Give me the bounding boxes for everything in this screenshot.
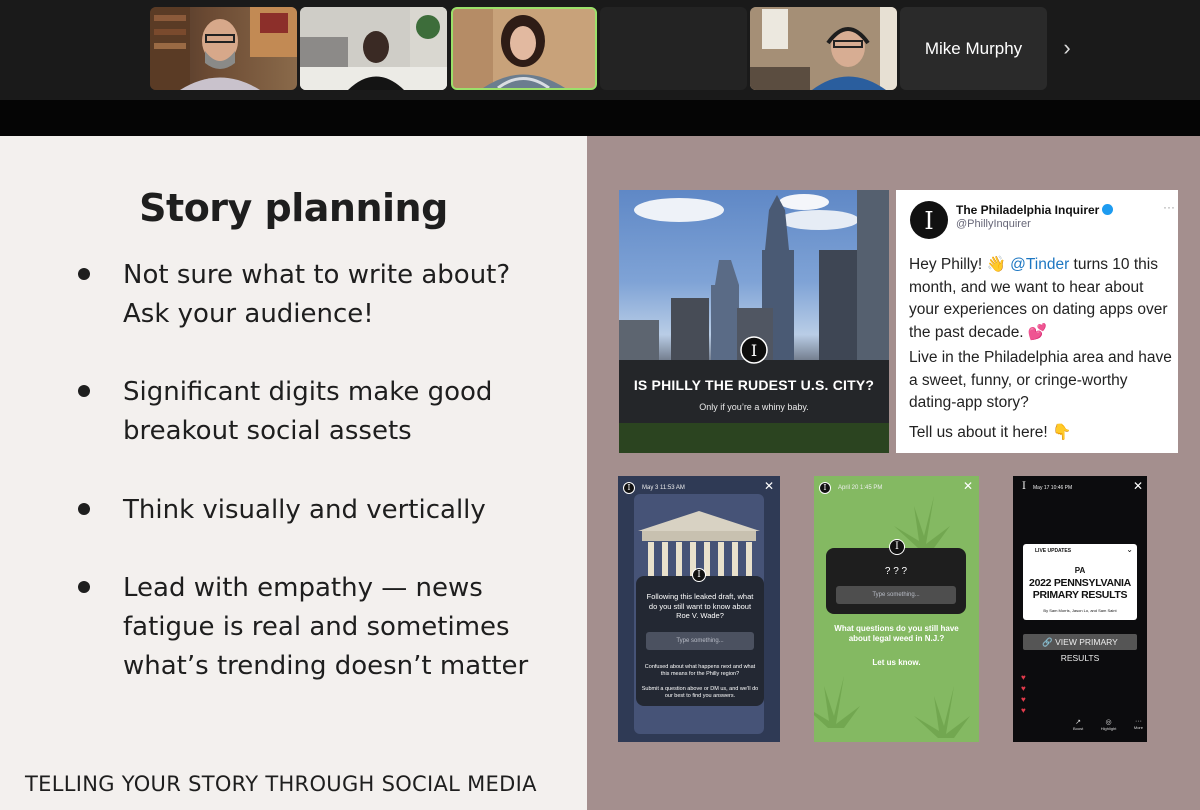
- tweet-paragraph: Live in the Philadelphia area and have a…: [909, 349, 1172, 411]
- bullet-item: Lead with empathy — news fatigue is real…: [78, 569, 528, 686]
- more-button[interactable]: ··· More: [1134, 718, 1143, 731]
- cta-text: Let us know.: [872, 658, 921, 667]
- instagram-story-roe: I May 3 11:53 AM ✕ Following this leaked…: [618, 476, 780, 742]
- slide-footer: TELLING YOUR STORY THROUGH SOCIAL MEDIA: [25, 772, 537, 796]
- participant-name: Mike Murphy: [924, 38, 1023, 58]
- bullet-dot-icon: [78, 385, 90, 397]
- slide-image-panel: I IS PHILLY THE RUDEST U.S. CITY? Only i…: [587, 136, 1200, 810]
- story-date: April 20 1:45 PM: [838, 485, 883, 491]
- bullet-line: Significant digits make good: [123, 377, 493, 407]
- tweet-author-name: The Philadelphia Inquirer: [956, 203, 1100, 217]
- participant-tile[interactable]: [300, 7, 447, 90]
- action-label: Boost: [1073, 726, 1084, 731]
- screen-share-bar: [0, 100, 1200, 136]
- tweet-paragraph: Hey Philly! 👋 @Tinder turns 10 this mont…: [909, 254, 1175, 344]
- state-label: PA: [1074, 566, 1086, 575]
- results-title: 2022 PENNSYLVANIA PRIMARY RESULTS: [1029, 577, 1131, 601]
- close-icon[interactable]: ✕: [764, 479, 774, 493]
- note-text: Submit a question above or DM us, and we…: [641, 686, 759, 699]
- participant-video: [453, 9, 595, 88]
- question-text: Following this leaked draft, what do you…: [646, 592, 754, 620]
- slide-text-panel: Story planning Not sure what to write ab…: [0, 136, 587, 810]
- inquirer-logo-icon: I: [889, 539, 905, 555]
- tweet-card: I The Philadelphia Inquirer @PhillyInqui…: [896, 190, 1178, 453]
- more-icon: ···: [1134, 718, 1142, 725]
- tweet-handle: @PhillyInquirer: [956, 218, 1031, 230]
- boost-icon: ↗: [1075, 719, 1082, 726]
- story-date: May 3 11:53 AM: [642, 485, 685, 491]
- action-label: Highlight: [1100, 726, 1117, 731]
- skyline-illustration: I: [619, 190, 889, 453]
- participant-tile-active-speaker[interactable]: [451, 7, 597, 90]
- inquirer-logo-icon: I: [623, 482, 635, 494]
- svg-text:I: I: [751, 341, 757, 360]
- bullet-line: Not sure what to write about?: [123, 260, 511, 290]
- bullet-item: Significant digits make good breakout so…: [78, 373, 492, 451]
- instagram-story-primary: I May 17 10:46 PM ✕ LIVE UPDATES ⌄ PA 20…: [1013, 476, 1147, 742]
- participant-tile[interactable]: Mike Murphy: [900, 7, 1047, 90]
- bullet-dot-icon: [78, 503, 90, 515]
- live-badge: LIVE UPDATES: [1035, 548, 1072, 554]
- slide-title: Story planning: [139, 186, 448, 230]
- hearts-icon: ♥ ♥ ♥ ♥: [1021, 673, 1026, 715]
- participant-strip: Mike Murphy ›: [0, 0, 1200, 100]
- shared-slide: Story planning Not sure what to write ab…: [0, 136, 1200, 810]
- bullet-line: Think visually and vertically: [123, 495, 486, 525]
- participant-video: [750, 7, 897, 90]
- question-text: What questions do you still have about l…: [834, 624, 959, 643]
- question-sticker: Following this leaked draft, what do you…: [636, 576, 764, 706]
- svg-text:I: I: [924, 207, 933, 235]
- question-input[interactable]: Type something...: [836, 586, 956, 604]
- bullet-line: Lead with empathy — news: [123, 573, 483, 603]
- inquirer-logo-icon: I: [819, 482, 831, 494]
- participant-tile[interactable]: [750, 7, 897, 90]
- view-results-button[interactable]: 🔗 VIEW PRIMARY RESULTS: [1023, 634, 1137, 663]
- participant-tile[interactable]: [150, 7, 297, 90]
- highlight-icon: ◎: [1105, 719, 1112, 726]
- participant-video: [300, 7, 447, 90]
- bullet-item: Think visually and vertically: [78, 491, 486, 530]
- action-label: More: [1133, 725, 1143, 730]
- verified-badge-icon: [1102, 204, 1114, 215]
- chevron-down-icon: ⌄: [1126, 545, 1133, 554]
- tweet-paragraph: Tell us about it here! 👇: [909, 424, 1072, 441]
- story-actions: ↗ Boost ◎ Highlight ··· More: [1073, 718, 1143, 731]
- question-input[interactable]: Type something...: [646, 632, 754, 650]
- inquirer-logo-icon: I: [910, 201, 948, 239]
- more-options-icon[interactable]: ···: [1163, 200, 1175, 214]
- question-marks: ? ? ?: [884, 566, 908, 577]
- philly-social-post-image: I IS PHILLY THE RUDEST U.S. CITY? Only i…: [619, 190, 889, 453]
- participant-tile[interactable]: [600, 7, 747, 90]
- tweet-author: The Philadelphia Inquirer: [956, 203, 1114, 217]
- note-text: Confused about what happens next and wha…: [644, 664, 756, 677]
- question-sticker: ? ? ? Type something...: [826, 548, 966, 614]
- highlight-button[interactable]: ◎ Highlight: [1101, 718, 1117, 731]
- story-date: May 17 10:46 PM: [1033, 485, 1073, 491]
- participant-video: [150, 7, 297, 90]
- bullet-line: fatigue is real and sometimes: [123, 612, 510, 642]
- close-icon[interactable]: ✕: [1133, 479, 1143, 493]
- tweet-mention-link[interactable]: @Tinder: [1010, 256, 1069, 273]
- close-icon[interactable]: ✕: [963, 479, 973, 493]
- bullet-line: breakout social assets: [123, 416, 412, 446]
- bullet-dot-icon: [78, 268, 90, 280]
- post-headline: IS PHILLY THE RUDEST U.S. CITY?: [633, 377, 875, 393]
- bullet-item: Not sure what to write about? Ask your a…: [78, 256, 510, 334]
- bullet-line: Ask your audience!: [123, 299, 374, 329]
- inquirer-logo-icon: I: [692, 568, 706, 582]
- results-link-card[interactable]: LIVE UPDATES ⌄ PA 2022 PENNSYLVANIA PRIM…: [1023, 544, 1137, 620]
- results-byline: By Sam Morris, Jason Lo, and Sam Saint: [1043, 608, 1117, 613]
- chevron-right-icon[interactable]: ›: [1052, 28, 1082, 68]
- bullet-dot-icon: [78, 581, 90, 593]
- post-subline: Only if you’re a whiny baby.: [699, 402, 809, 412]
- boost-button[interactable]: ↗ Boost: [1073, 718, 1083, 731]
- instagram-story-weed: I April 20 1:45 PM ✕ ? ? ? Type somethin…: [814, 476, 979, 742]
- tweet-text: Hey Philly! 👋: [909, 256, 1011, 273]
- inquirer-logo-icon: I: [1022, 481, 1026, 492]
- bullet-line: what’s trending doesn’t matter: [123, 651, 529, 681]
